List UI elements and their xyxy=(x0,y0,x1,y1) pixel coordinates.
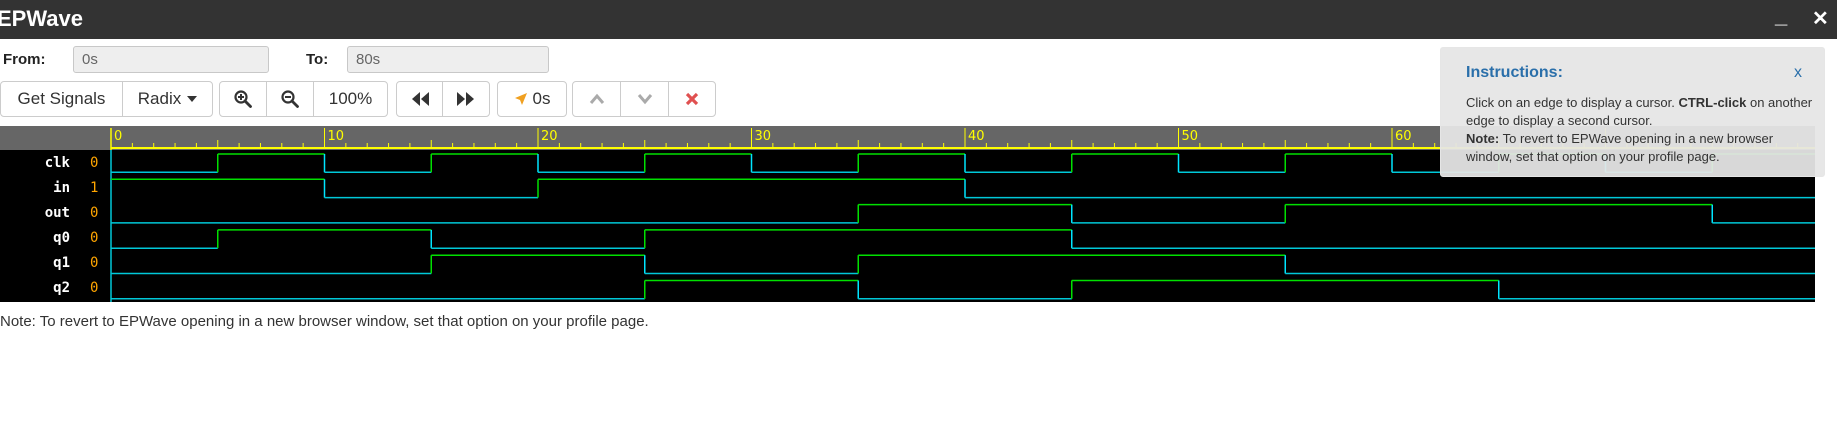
zoom-level: 100% xyxy=(328,89,373,108)
from-label: From: xyxy=(3,51,46,68)
signal-value-q1: 0 xyxy=(90,255,99,271)
signal-name-q1[interactable]: q1 xyxy=(53,255,70,271)
from-field[interactable]: 0s xyxy=(73,46,269,73)
instructions-text: Click on an edge to display a cursor. CT… xyxy=(1466,94,1816,166)
zoom-out-icon xyxy=(281,90,299,108)
to-field[interactable]: 80s xyxy=(347,46,549,73)
signal-name-in[interactable]: in xyxy=(53,180,70,196)
instructions-note-label: Note: xyxy=(1466,131,1500,146)
close-window-button[interactable]: ✕ xyxy=(1812,6,1829,32)
next-edge-button[interactable] xyxy=(443,82,489,116)
signal-value-in: 1 xyxy=(90,180,99,196)
remove-signal-button[interactable] xyxy=(669,82,715,116)
signal-value-clk: 0 xyxy=(90,155,99,171)
move-up-button[interactable] xyxy=(573,82,621,116)
instructions-title: Instructions: xyxy=(1466,64,1563,81)
ruler-label: 0 xyxy=(114,129,122,144)
zoom-in-icon xyxy=(234,90,252,108)
ruler-label: 30 xyxy=(755,129,772,144)
signal-name-out[interactable]: out xyxy=(45,205,70,221)
edge-nav-group xyxy=(396,81,490,117)
zoom-out-button[interactable] xyxy=(267,82,314,116)
red-x-icon xyxy=(685,92,699,106)
instructions-note-text: To revert to EPWave opening in a new bro… xyxy=(1466,131,1774,164)
instructions-line1-a: Click on an edge to display a cursor. xyxy=(1466,95,1679,110)
to-label: To: xyxy=(306,51,329,68)
minimize-button[interactable]: _ xyxy=(1775,3,1787,29)
cursor-time: 0s xyxy=(532,89,551,108)
signal-value-out: 0 xyxy=(90,205,99,221)
move-down-button[interactable] xyxy=(621,82,669,116)
ruler-label: 40 xyxy=(968,129,985,144)
chevron-down-icon xyxy=(637,94,652,105)
radix-label: Radix xyxy=(137,89,182,108)
ruler-label: 20 xyxy=(541,129,558,144)
location-arrow-icon xyxy=(514,93,527,105)
profile-note: Note: To revert to EPWave opening in a n… xyxy=(0,313,649,330)
ruler-label: 60 xyxy=(1395,129,1412,144)
zoom-in-button[interactable] xyxy=(220,82,267,116)
signal-order-group xyxy=(572,81,716,117)
instructions-ctrl-click: CTRL-click xyxy=(1678,95,1747,110)
signals-button-group: Get Signals Radix xyxy=(0,81,213,117)
fast-forward-icon xyxy=(457,92,474,106)
instructions-panel: Instructions: x Click on an edge to disp… xyxy=(1440,47,1825,177)
radix-dropdown[interactable]: Radix xyxy=(123,82,212,116)
signal-name-clk[interactable]: clk xyxy=(45,155,70,171)
prev-edge-button[interactable] xyxy=(397,82,443,116)
ruler-label: 10 xyxy=(328,129,345,144)
fast-backward-icon xyxy=(411,92,429,106)
zoom-level-button[interactable]: 100% xyxy=(314,82,387,116)
chevron-up-icon xyxy=(589,93,604,104)
title-bar: EPWave _ ✕ xyxy=(0,0,1837,39)
caret-down-icon xyxy=(187,96,198,102)
signal-name-column: clk in out q0 q1 q2 xyxy=(0,150,72,302)
cursor-group: 0s xyxy=(497,81,567,117)
signal-name-q0[interactable]: q0 xyxy=(53,230,70,246)
get-signals-label: Get Signals xyxy=(17,89,106,108)
signal-value-q2: 0 xyxy=(90,280,99,296)
get-signals-button[interactable]: Get Signals xyxy=(1,82,123,116)
cursor-time-button[interactable]: 0s xyxy=(498,82,566,116)
signal-value-q0: 0 xyxy=(90,230,99,246)
zoom-button-group: 100% xyxy=(219,81,388,117)
signal-value-column: 0 1 0 0 0 0 xyxy=(80,150,108,302)
app-title: EPWave xyxy=(0,6,84,31)
signal-name-q2[interactable]: q2 xyxy=(53,280,70,296)
instructions-close-button[interactable]: x xyxy=(1794,64,1802,82)
ruler-label: 50 xyxy=(1182,129,1199,144)
